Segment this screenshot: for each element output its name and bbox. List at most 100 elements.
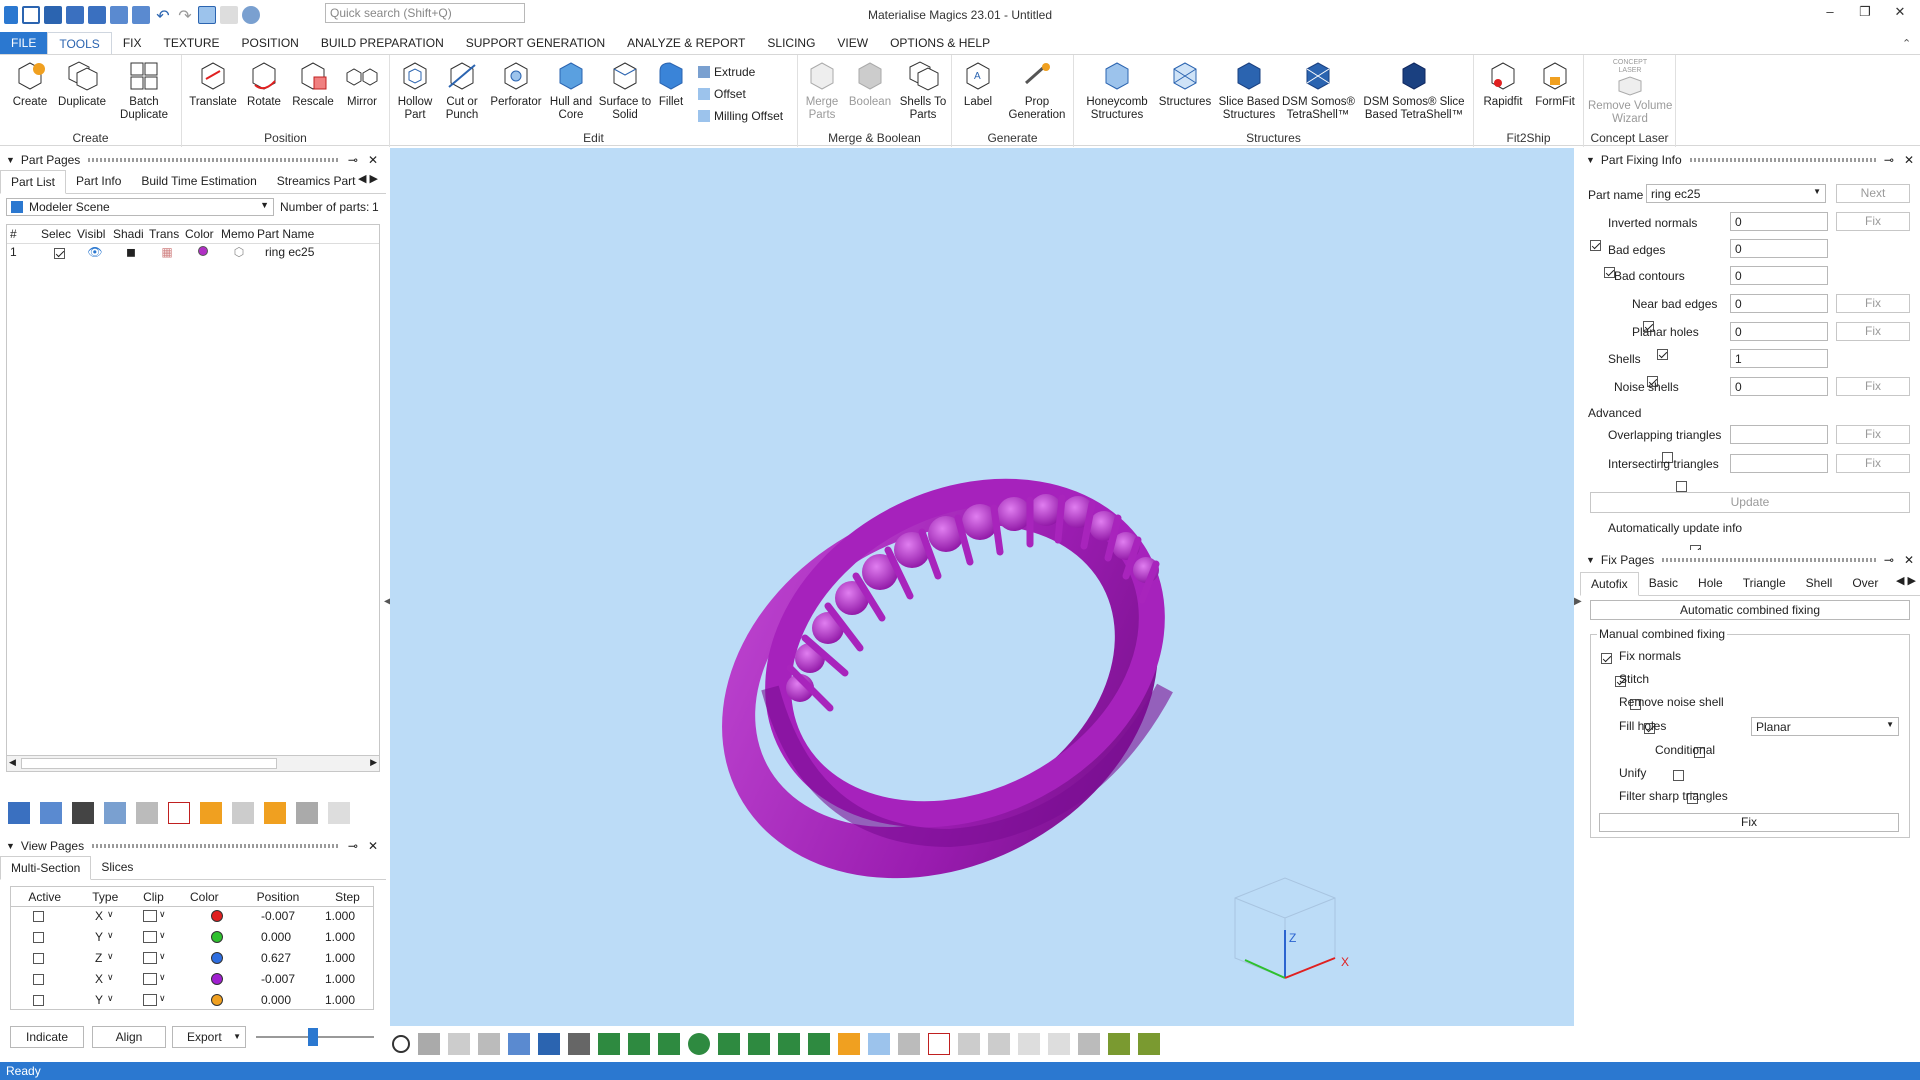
col-select[interactable]: Selec xyxy=(41,225,77,243)
collapse-icon[interactable]: ▼ xyxy=(6,155,15,165)
remove-part-icon[interactable] xyxy=(168,802,190,824)
fix-planar-holes-button[interactable]: Fix xyxy=(1836,322,1910,341)
mark-triangle-icon[interactable] xyxy=(598,1033,620,1055)
panel-grip[interactable] xyxy=(1662,558,1876,562)
app-logo-icon[interactable] xyxy=(4,6,18,24)
zoom-selected-icon[interactable] xyxy=(448,1033,470,1055)
menu-texture[interactable]: TEXTURE xyxy=(152,32,230,54)
maximize-button[interactable]: ❐ xyxy=(1850,4,1880,24)
shading-icon[interactable]: ◼ xyxy=(113,243,149,261)
overlapping-triangles-value[interactable] xyxy=(1730,425,1828,444)
clip-icon[interactable] xyxy=(143,952,157,964)
tab-scroll-icons[interactable]: ◀ ▶ xyxy=(358,172,378,185)
eye-icon[interactable]: 👁 xyxy=(77,243,113,261)
menu-slicing[interactable]: SLICING xyxy=(756,32,826,54)
create-button[interactable]: Create xyxy=(8,59,52,109)
section-color-swatch[interactable] xyxy=(211,994,223,1006)
open-file-icon[interactable] xyxy=(44,6,62,24)
section-active-checkbox[interactable] xyxy=(33,932,44,943)
invert-marked-icon[interactable] xyxy=(958,1033,980,1055)
select-checkbox[interactable] xyxy=(53,247,65,259)
tab-build-time[interactable]: Build Time Estimation xyxy=(131,170,266,193)
translate-button[interactable]: Translate xyxy=(188,59,238,109)
panel-grip[interactable] xyxy=(88,158,340,162)
minimize-button[interactable]: – xyxy=(1815,4,1845,24)
toggle-triangles-icon[interactable] xyxy=(1138,1033,1160,1055)
deselect-icon[interactable] xyxy=(220,6,238,24)
automatic-combined-fixing-button[interactable]: Automatic combined fixing xyxy=(1590,600,1910,620)
slice-based-structures-button[interactable]: Slice Based Structures xyxy=(1218,59,1280,122)
section-position[interactable]: 0.627 xyxy=(261,951,291,965)
stack-icon[interactable] xyxy=(296,802,318,824)
mirror-button[interactable]: Mirror xyxy=(340,59,384,109)
section-step[interactable]: 1.000 xyxy=(325,993,355,1007)
save-icon[interactable] xyxy=(66,6,84,24)
tab-part-info[interactable]: Part Info xyxy=(66,170,131,193)
part-name-select[interactable]: ring ec25 ▼ xyxy=(1646,184,1826,203)
close-panel-icon[interactable]: ✕ xyxy=(1904,153,1914,167)
boolean-button[interactable]: Boolean xyxy=(846,59,894,109)
import-icon[interactable] xyxy=(110,6,128,24)
col-color[interactable]: Color xyxy=(185,225,221,243)
slice-based-tetrashell-button[interactable]: DSM Somos® Slice Based TetraShell™ xyxy=(1358,59,1470,122)
intersecting-triangles-value[interactable] xyxy=(1730,454,1828,473)
clip-icon[interactable] xyxy=(143,910,157,922)
visibility-icon[interactable] xyxy=(40,802,62,824)
mark-surface-icon[interactable] xyxy=(658,1033,680,1055)
tab-scroll-icons[interactable]: ◀ ▶ xyxy=(1896,574,1916,587)
section-row[interactable]: Y ∨ ∨ 0.000 1.000 xyxy=(11,990,373,1011)
section-row[interactable]: X ∨ ∨ -0.007 1.000 xyxy=(11,969,373,990)
menu-file[interactable]: FILE xyxy=(0,32,48,54)
section-position[interactable]: 0.000 xyxy=(261,993,291,1007)
ribbon-collapse-icon[interactable]: ⌃ xyxy=(1902,37,1911,50)
section-color-swatch[interactable] xyxy=(211,952,223,964)
mark-shell-icon[interactable] xyxy=(688,1033,710,1055)
batch-duplicate-button[interactable]: Batch Duplicate xyxy=(116,59,172,122)
clip-icon[interactable] xyxy=(143,931,157,943)
tab-triangle[interactable]: Triangle xyxy=(1733,572,1796,595)
pin-icon[interactable]: ⊸ xyxy=(348,839,358,853)
mark-area-icon[interactable] xyxy=(748,1033,770,1055)
scene-select[interactable]: Modeler Scene ▼ xyxy=(6,198,274,216)
quick-search-input[interactable]: Quick search (Shift+Q) xyxy=(325,3,525,23)
inverted-normals-value[interactable]: 0 xyxy=(1730,212,1828,231)
export-button[interactable]: Export ▼ xyxy=(172,1026,246,1048)
perforator-button[interactable]: Perforator xyxy=(488,59,544,109)
col-shading[interactable]: Shadi xyxy=(113,225,149,243)
planar-holes-value[interactable]: 0 xyxy=(1730,322,1828,341)
label-tag-icon[interactable] xyxy=(264,802,286,824)
tab-shell[interactable]: Shell xyxy=(1796,572,1843,595)
collapse-icon[interactable]: ▼ xyxy=(1586,555,1595,565)
tab-slices[interactable]: Slices xyxy=(91,856,143,879)
mark-plane-icon[interactable] xyxy=(628,1033,650,1055)
close-panel-icon[interactable]: ✕ xyxy=(368,839,378,853)
mark-flip-icon[interactable] xyxy=(1078,1033,1100,1055)
section-type[interactable]: Y xyxy=(95,993,103,1007)
slider-thumb[interactable] xyxy=(308,1028,318,1046)
close-panel-icon[interactable]: ✕ xyxy=(1904,553,1914,567)
section-type[interactable]: Y xyxy=(95,930,103,944)
view-front-icon[interactable] xyxy=(538,1033,560,1055)
section-step[interactable]: 1.000 xyxy=(325,951,355,965)
label-button[interactable]: A Label xyxy=(956,59,1000,109)
collapse-icon[interactable]: ▼ xyxy=(6,841,15,851)
memo-icon[interactable]: ⬡ xyxy=(221,243,257,261)
col-visible[interactable]: Visibl xyxy=(77,225,113,243)
col-transparency[interactable]: Trans xyxy=(149,225,185,243)
bad-edges-value[interactable]: 0 xyxy=(1730,239,1828,258)
tab-multi-section[interactable]: Multi-Section xyxy=(0,856,92,880)
mark-border-icon[interactable] xyxy=(1048,1033,1070,1055)
surface-to-solid-button[interactable]: Surface to Solid xyxy=(598,59,652,122)
pin-icon[interactable]: ⊸ xyxy=(348,153,358,167)
col-num[interactable]: # xyxy=(7,225,41,243)
section-type[interactable]: X xyxy=(95,909,103,923)
merge-parts-button[interactable]: Merge Parts xyxy=(802,59,842,122)
3d-viewport[interactable]: Z X xyxy=(390,148,1574,1026)
section-active-checkbox[interactable] xyxy=(33,911,44,922)
menu-analyze-report[interactable]: ANALYZE & REPORT xyxy=(616,32,756,54)
menu-position[interactable]: POSITION xyxy=(231,32,310,54)
prop-generation-button[interactable]: Prop Generation xyxy=(1004,59,1070,122)
section-color-swatch[interactable] xyxy=(211,973,223,985)
close-panel-icon[interactable]: ✕ xyxy=(368,153,378,167)
menu-build-preparation[interactable]: BUILD PREPARATION xyxy=(310,32,455,54)
